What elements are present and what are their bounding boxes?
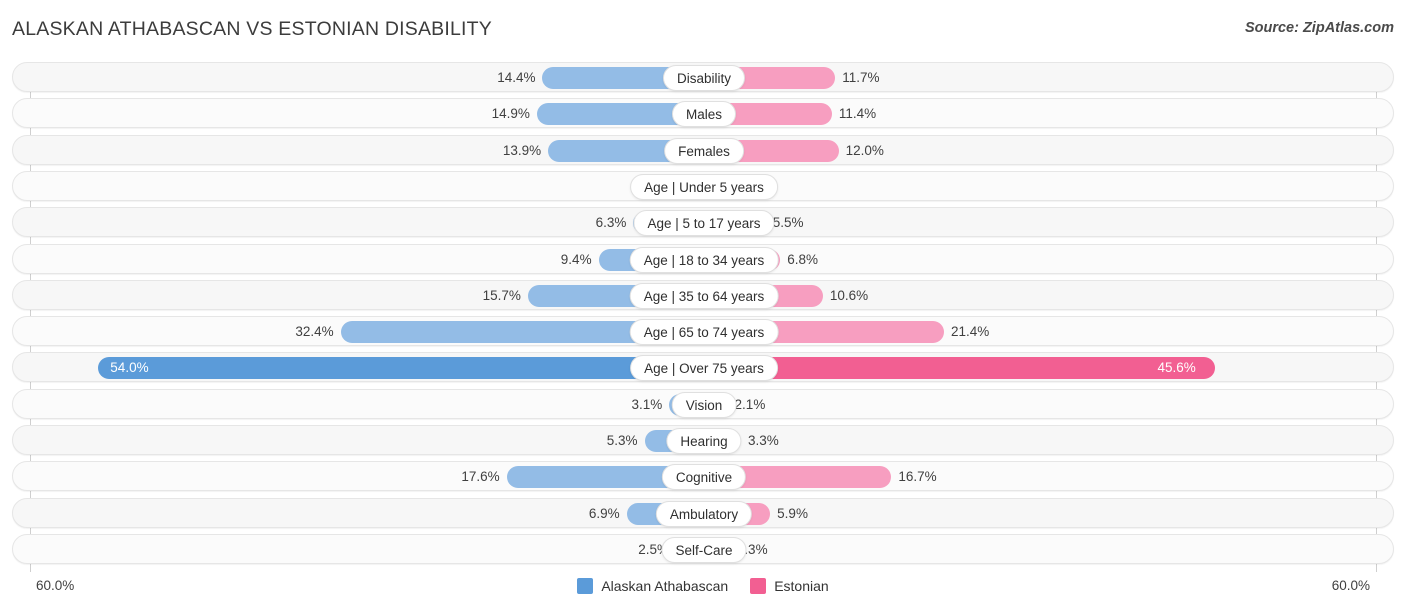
row-bars: 5.3% 3.3% Hearing: [13, 426, 1395, 456]
row-bars: 15.7% 10.6% Age | 35 to 64 years: [13, 281, 1395, 311]
category-label-pill: Ambulatory: [655, 500, 753, 527]
row-bars: 6.3% 5.5% Age | 5 to 17 years: [13, 208, 1395, 238]
value-label-estonian: 12.0%: [845, 142, 884, 158]
row-bars: 17.6% 16.7% Cognitive: [13, 462, 1395, 492]
category-label-pill: Females: [664, 137, 744, 164]
category-label-pill: Hearing: [666, 428, 742, 454]
category-label-pill: Self-Care: [661, 536, 747, 563]
value-label-alaskan-athabascan: 54.0%: [110, 360, 149, 376]
chart-legend: Alaskan Athabascan Estonian: [0, 578, 1406, 594]
legend-item[interactable]: Estonian: [750, 578, 829, 594]
table-row: 2.5% 2.3% Self-Care: [12, 533, 1395, 565]
category-label-pill: Age | Over 75 years: [630, 355, 778, 382]
table-row: 3.1% 2.1% Vision: [12, 388, 1395, 420]
value-label-estonian: 5.5%: [772, 215, 804, 231]
value-label-alaskan-athabascan: 32.4%: [295, 324, 334, 340]
value-label-alaskan-athabascan: 9.4%: [560, 251, 592, 267]
table-row: 13.9% 12.0% Females: [12, 134, 1395, 166]
table-row: 17.6% 16.7% Cognitive: [12, 461, 1395, 492]
chart-header: ALASKAN ATHABASCAN VS ESTONIAN DISABILIT…: [0, 0, 1406, 56]
bar-alaskan-athabascan: [98, 357, 704, 380]
category-label-pill: Age | 65 to 74 years: [629, 319, 779, 346]
chart-footer: 60.0% 60.0% Alaskan Athabascan Estonian: [0, 574, 1406, 612]
source-attribution: Source: ZipAtlas.com: [1244, 20, 1394, 36]
table-row: 15.7% 10.6% Age | 35 to 64 years: [12, 279, 1395, 311]
category-label-pill: Disability: [662, 65, 746, 91]
value-label-estonian: 3.3%: [748, 433, 779, 448]
table-row: 54.0% 45.6% Age | Over 75 years: [12, 352, 1395, 383]
value-label-alaskan-athabascan: 6.9%: [588, 505, 620, 521]
value-label-alaskan-athabascan: 5.3%: [606, 433, 638, 448]
bar-estonian: [704, 357, 1216, 380]
legend-swatch-icon: [577, 578, 594, 594]
category-label-pill: Age | 35 to 64 years: [629, 282, 779, 309]
value-label-alaskan-athabascan: 3.1%: [631, 396, 663, 412]
value-label-estonian: 10.6%: [829, 287, 869, 303]
row-bars: 54.0% 45.6% Age | Over 75 years: [13, 353, 1395, 383]
table-row: 14.9% 11.4% Males: [12, 98, 1395, 129]
category-label-pill: Age | 18 to 34 years: [629, 246, 779, 273]
category-label-pill: Males: [671, 101, 737, 128]
table-row: 5.3% 3.3% Hearing: [12, 425, 1394, 455]
value-label-alaskan-athabascan: 13.9%: [502, 142, 542, 158]
category-label-pill: Vision: [671, 391, 737, 418]
row-bars: 1.5%1.5%Age | Under 5 years: [13, 172, 1395, 202]
category-label-pill: Age | Under 5 years: [630, 173, 778, 200]
value-label-estonian: 6.8%: [787, 251, 819, 267]
value-label-estonian: 2.1%: [734, 396, 766, 412]
category-label-pill: Age | 5 to 17 years: [633, 210, 775, 237]
value-label-estonian: 11.7%: [842, 70, 880, 85]
row-bars: 9.4% 6.8% Age | 18 to 34 years: [13, 245, 1395, 275]
row-bars: 13.9% 12.0% Females: [13, 136, 1395, 166]
row-bars: 32.4% 21.4% Age | 65 to 74 years: [13, 317, 1395, 347]
value-label-estonian: 5.9%: [777, 505, 808, 521]
legend-item[interactable]: Alaskan Athabascan: [577, 578, 728, 594]
row-bars: 6.9% 5.9% Ambulatory: [13, 499, 1395, 529]
table-row: 6.9% 5.9% Ambulatory: [12, 497, 1395, 529]
row-bars: 14.9% 11.4% Males: [13, 99, 1395, 129]
chart-plot-area: 14.4% 11.7% Disability 14.9% 11.4% Males 13.9%…: [12, 62, 1394, 572]
legend-swatch-icon: [750, 578, 767, 594]
legend-label: Alaskan Athabascan: [601, 578, 729, 594]
value-label-alaskan-athabascan: 14.4%: [497, 70, 536, 85]
value-label-alaskan-athabascan: 6.3%: [595, 215, 627, 231]
page-title: ALASKAN ATHABASCAN VS ESTONIAN DISABILIT…: [12, 18, 492, 40]
table-row: 14.4% 11.7% Disability: [12, 62, 1394, 92]
value-label-estonian: 16.7%: [898, 469, 937, 485]
category-label-pill: Cognitive: [661, 464, 747, 491]
legend-label: Estonian: [774, 578, 829, 594]
value-label-estonian: 21.4%: [951, 324, 990, 340]
table-row: 32.4% 21.4% Age | 65 to 74 years: [12, 316, 1395, 347]
value-label-estonian: 11.4%: [838, 106, 877, 122]
value-label-alaskan-athabascan: 17.6%: [461, 469, 500, 485]
value-label-estonian: 45.6%: [1157, 360, 1196, 376]
value-label-alaskan-athabascan: 14.9%: [491, 106, 530, 122]
table-row: 6.3% 5.5% Age | 5 to 17 years: [12, 207, 1395, 238]
value-label-alaskan-athabascan: 15.7%: [482, 287, 521, 303]
table-row: 1.5%1.5%Age | Under 5 years: [12, 170, 1395, 202]
row-bars: 14.4% 11.7% Disability: [13, 63, 1395, 93]
row-bars: 3.1% 2.1% Vision: [13, 390, 1395, 420]
table-row: 9.4% 6.8% Age | 18 to 34 years: [12, 243, 1395, 275]
row-bars: 2.5% 2.3% Self-Care: [13, 535, 1395, 565]
